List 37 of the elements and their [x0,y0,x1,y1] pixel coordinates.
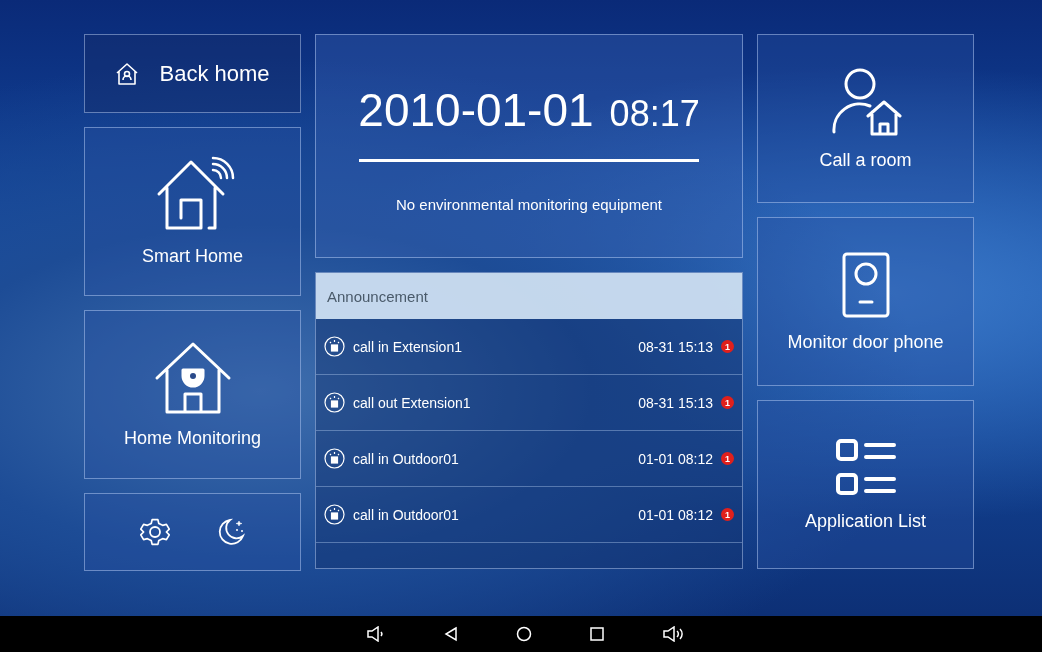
time-text: 08:17 [609,93,700,135]
application-list-tile[interactable]: Application List [757,400,974,569]
back-icon[interactable] [444,626,458,642]
home-monitoring-tile[interactable]: Home Monitoring [84,310,301,479]
unread-count-badge: 1 [721,508,734,521]
unread-count-badge: 1 [721,340,734,353]
settings-icon[interactable] [139,517,170,547]
back-home-button[interactable]: Back home [84,34,301,113]
announcement-time: 01-01 08:12 [638,450,713,467]
alarm-light-icon [324,392,345,413]
environment-status-text: No environmental monitoring equipment [396,196,662,213]
announcement-row[interactable]: call in Outdoor01 01-01 08:12 1 [316,431,742,487]
announcement-row[interactable]: call in Extension1 08-31 15:13 1 [316,319,742,375]
door-phone-tile[interactable]: Monitor door phone [757,217,974,386]
unread-count-badge: 1 [721,396,734,409]
home-person-icon [115,61,140,86]
announcement-time: 08-31 15:13 [638,338,713,355]
announcement-text: call in Outdoor01 [353,506,460,523]
announcement-text: call in Extension1 [353,338,463,355]
date-text: 2010-01-01 [358,83,594,137]
announcement-row[interactable]: call out Extension1 08-31 15:13 1 [316,375,742,431]
alarm-light-icon [324,336,345,357]
announcement-text: call out Extension1 [353,394,472,411]
volume-up-icon[interactable] [662,626,684,642]
unread-count-badge: 1 [721,452,734,465]
announcement-time: 01-01 08:12 [638,506,713,523]
announcement-row[interactable]: call in Outdoor01 01-01 08:12 1 [316,487,742,543]
smart-home-tile[interactable]: Smart Home [84,127,301,296]
volume-down-icon[interactable] [366,626,386,642]
home-icon[interactable] [516,626,532,642]
announcement-text: call in Outdoor01 [353,450,460,467]
alarm-light-icon [324,448,345,469]
call-room-tile[interactable]: Call a room [757,34,974,203]
alarm-light-icon [324,504,345,525]
announcement-time: 08-31 15:13 [638,394,713,411]
recents-icon[interactable] [590,627,604,641]
announcement-header: Announcement [316,273,742,319]
